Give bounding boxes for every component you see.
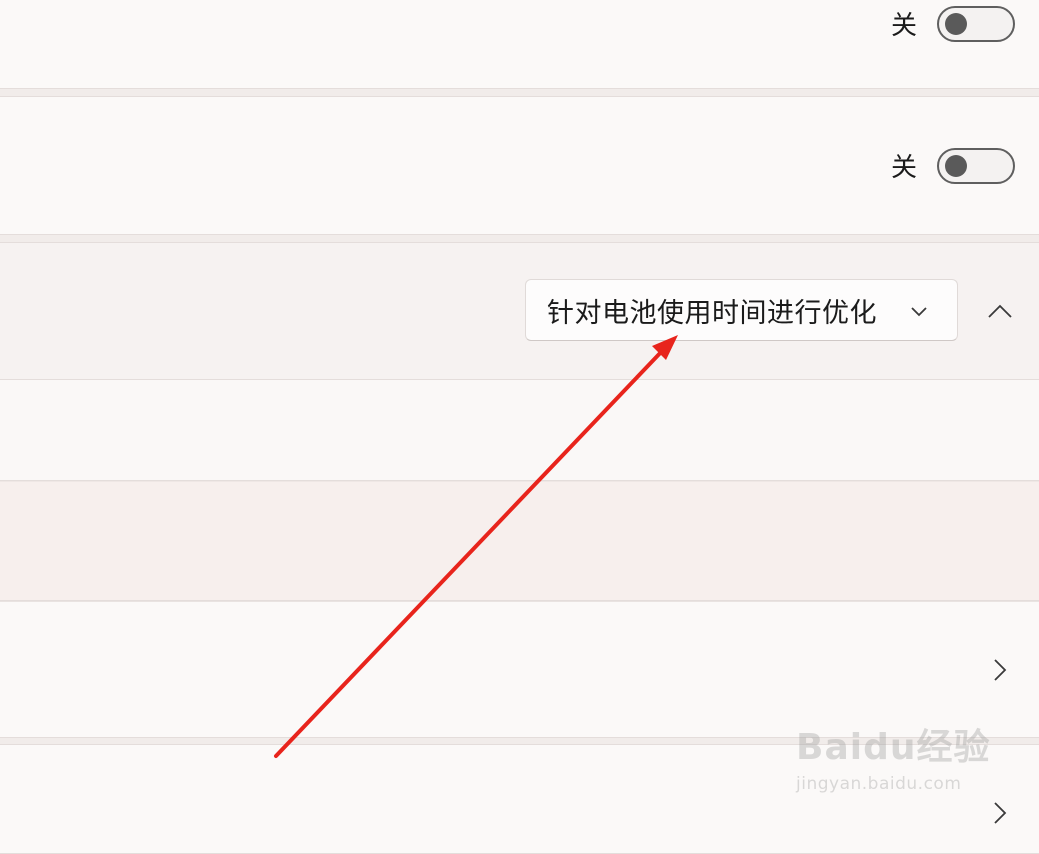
power-mode-dropdown[interactable]: 针对电池使用时间进行优化 [525,279,958,341]
toggle-switch-2[interactable] [937,147,1015,184]
expanded-sub-row-2[interactable] [0,481,1039,601]
power-mode-row[interactable]: 针对电池使用时间进行优化 [0,242,1039,380]
toggle-state-label: 关 [890,11,917,41]
chevron-down-icon [911,307,927,317]
chevron-up-icon[interactable] [987,303,1013,319]
chevron-right-icon [994,802,1007,824]
baidu-watermark: Baidu经验 jingyan.baidu.com [796,718,990,794]
chevron-right-icon [994,659,1007,681]
toggle-switch-1[interactable] [937,5,1015,42]
toggle-knob [945,154,967,177]
setting-row-2: 关 [0,96,1039,235]
setting-row-1: 关 [0,0,1039,89]
power-mode-selected: 针对电池使用时间进行优化 [547,297,877,329]
expanded-sub-row-1 [0,380,1039,481]
toggle-knob [945,12,967,35]
toggle-group-1: 关 [891,5,1015,42]
toggle-state-label: 关 [890,153,917,183]
toggle-group-2: 关 [891,147,1015,184]
watermark-url: jingyan.baidu.com [796,774,962,794]
watermark-logo: Baidu经验 [796,727,991,768]
